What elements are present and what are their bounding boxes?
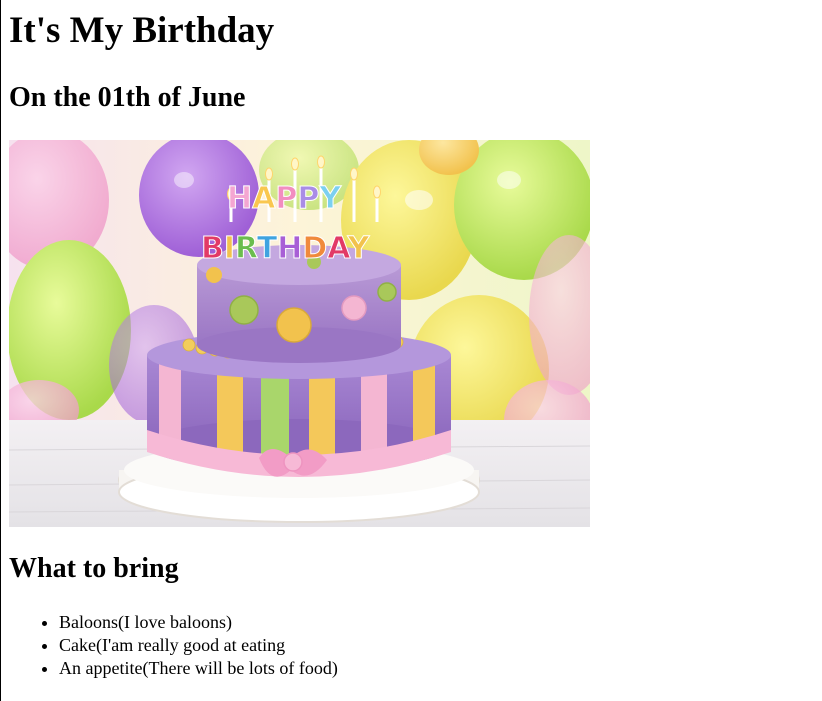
candle-letter: P <box>297 181 319 216</box>
candle-letter: P <box>275 181 297 216</box>
date-heading: On the 01th of June <box>9 82 246 113</box>
page-left-border <box>0 0 1 701</box>
candle-letter: H <box>277 231 302 266</box>
birthday-cake-image: HAPPY BIRTHDAY <box>9 140 590 527</box>
candle-letter: T <box>257 231 278 266</box>
list-item: Cake(I'am really good at eating <box>59 634 338 657</box>
candle-letter: B <box>201 231 224 266</box>
page-title: It's My Birthday <box>9 10 275 51</box>
candle-letter: A <box>252 181 276 216</box>
candle-letter: H <box>227 181 252 216</box>
candle-letter: R <box>235 231 258 266</box>
candle-letter: Y <box>318 181 342 216</box>
bring-list: Baloons(I love baloons) Cake(I'am really… <box>9 611 338 680</box>
candle-letter: Y <box>347 231 371 266</box>
list-item: Baloons(I love baloons) <box>59 611 338 634</box>
what-to-bring-heading: What to bring <box>9 553 179 584</box>
candle-letter: I <box>224 231 235 266</box>
list-item: An appetite(There will be lots of food) <box>59 657 338 680</box>
birthday-candle-letters: BIRTHDAY <box>201 231 371 266</box>
happy-candle-letters: HAPPY <box>227 181 342 216</box>
candle-letter: D <box>302 231 327 266</box>
